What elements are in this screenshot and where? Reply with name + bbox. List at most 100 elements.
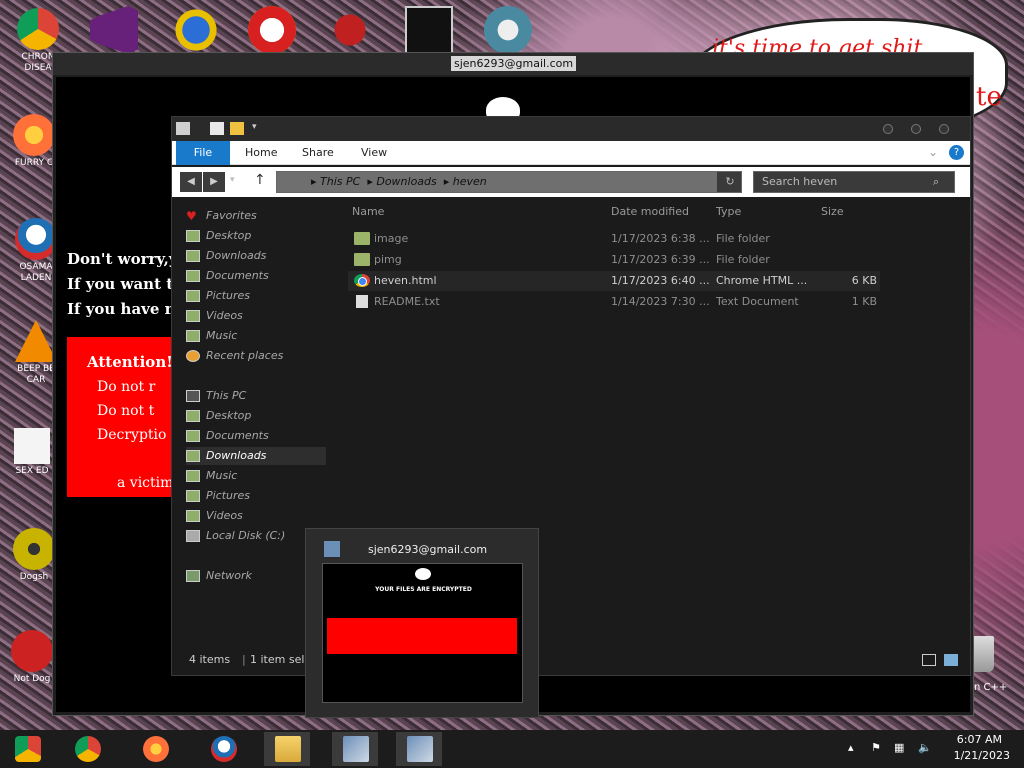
file-row[interactable]: README.txt 1/14/2023 7:30 ... Text Docum… — [348, 292, 880, 312]
nav-fav-pictures[interactable]: Pictures — [186, 287, 250, 305]
file-explorer-icon — [275, 736, 301, 762]
installer-icon — [407, 736, 433, 762]
nav-pc-music[interactable]: Music — [186, 467, 237, 485]
red-logo-icon[interactable] — [326, 6, 374, 54]
tab-file[interactable]: File — [176, 141, 230, 165]
documents-icon — [186, 430, 200, 442]
new-folder-icon[interactable] — [230, 122, 244, 135]
file-name: README.txt — [374, 295, 440, 308]
app-icon — [324, 541, 340, 557]
large-icons-view-icon[interactable] — [944, 654, 958, 666]
ransom-titlebar[interactable]: sjen6293@gmail.com — [53, 53, 973, 75]
help-icon[interactable]: ? — [949, 145, 964, 160]
wallpaper-corner-label: n C++ — [974, 682, 1008, 693]
nav-label: Desktop — [206, 229, 252, 242]
show-hidden-icons-icon[interactable]: ▴ — [848, 742, 860, 754]
taskbar-installer-button[interactable] — [332, 732, 378, 766]
taskbar-thumbnail-preview[interactable]: sjen6293@gmail.com YOUR FILES ARE ENCRYP… — [305, 528, 539, 718]
nav-fav-recent[interactable]: Recent places — [186, 347, 283, 365]
drive-icon — [186, 530, 200, 542]
nav-pc-documents[interactable]: Documents — [186, 427, 269, 445]
wallpaper-text-fragment: te — [976, 82, 1002, 112]
taskbar-firefox-button[interactable] — [132, 732, 178, 766]
search-input[interactable]: Search heven — [753, 171, 955, 193]
game-2-icon[interactable] — [172, 6, 220, 54]
nav-pc-downloads[interactable]: Downloads — [186, 447, 266, 465]
close-button[interactable] — [939, 124, 949, 134]
refresh-icon[interactable]: ↻ — [721, 174, 739, 190]
nav-fav-downloads[interactable]: Downloads — [186, 247, 267, 265]
nav-favorites[interactable]: ♥ Favorites — [186, 207, 257, 225]
nav-network[interactable]: Network — [186, 567, 252, 585]
up-button[interactable]: ↑ — [254, 172, 266, 188]
details-view-icon[interactable] — [922, 654, 936, 666]
nav-fav-documents[interactable]: Documents — [186, 267, 269, 285]
search-icon[interactable]: ⌕ — [933, 175, 939, 189]
firefox-icon — [143, 736, 169, 762]
nav-pc-desktop[interactable]: Desktop — [186, 407, 251, 425]
chevron-down-icon[interactable]: ⌄ — [928, 145, 938, 159]
nav-label: Downloads — [206, 249, 267, 262]
nav-this-pc[interactable]: This PC — [186, 387, 246, 405]
ransom-line: Don't worry,yo — [67, 250, 188, 268]
explorer-titlebar[interactable]: ▾ — [172, 117, 970, 141]
status-divider: | — [242, 653, 246, 666]
taskbar-ransomware-button[interactable] — [396, 732, 442, 766]
file-row[interactable]: pimg 1/17/2023 6:39 ... File folder — [348, 250, 880, 270]
action-center-flag-icon[interactable]: ⚑ — [871, 742, 883, 754]
chrome-icon — [354, 274, 370, 287]
back-button[interactable]: ◀ — [180, 172, 202, 192]
file-name: image — [374, 232, 409, 245]
column-header-type[interactable]: Type — [716, 203, 741, 221]
firefox-icon — [13, 114, 55, 156]
address-bar[interactable]: ▸ This PC ▸ Downloads ▸ heven ↻ — [276, 171, 742, 193]
network-icon — [186, 570, 200, 582]
documents-icon — [186, 270, 200, 282]
file-row-selected[interactable]: heven.html 1/17/2023 6:40 ... Chrome HTM… — [348, 271, 880, 291]
properties-icon[interactable] — [210, 122, 224, 135]
recent-locations-icon[interactable]: ▾ — [230, 175, 235, 185]
status-item-count: 4 items — [189, 653, 231, 666]
clock-date[interactable]: 1/21/2023 — [930, 749, 1010, 762]
tab-view[interactable]: View — [361, 141, 387, 165]
tab-home[interactable]: Home — [245, 141, 277, 165]
taskbar-file-explorer-button[interactable] — [264, 732, 310, 766]
file-type: File folder — [716, 232, 770, 245]
taskbar-obama-button[interactable] — [200, 732, 246, 766]
p-logo-icon[interactable] — [248, 6, 296, 54]
music-icon — [186, 470, 200, 482]
command-prompt-icon[interactable] — [405, 6, 453, 54]
file-size: 1 KB — [851, 295, 877, 308]
clock-time[interactable]: 6:07 AM — [922, 733, 1002, 746]
breadcrumb-downloads[interactable]: Downloads — [376, 175, 436, 188]
text-file-icon — [356, 295, 368, 308]
chevron-down-icon[interactable]: ▾ — [252, 122, 257, 132]
breadcrumb-this-pc[interactable]: This PC — [320, 175, 360, 188]
nav-fav-music[interactable]: Music — [186, 327, 237, 345]
column-header-size[interactable]: Size — [821, 203, 844, 221]
breadcrumb-heven[interactable]: heven — [453, 175, 487, 188]
nav-fav-videos[interactable]: Videos — [186, 307, 243, 325]
network-icon[interactable]: ▦ — [894, 742, 906, 754]
taskbar-chrome-alt-button[interactable] — [4, 732, 50, 766]
taskbar-chrome-button[interactable] — [64, 732, 110, 766]
maximize-button[interactable] — [911, 124, 921, 134]
nav-pc-local-disk[interactable]: Local Disk (C:) — [186, 527, 285, 545]
ransom-window-title: sjen6293@gmail.com — [451, 56, 577, 71]
column-header-date[interactable]: Date modified — [611, 203, 689, 221]
file-row[interactable]: image 1/17/2023 6:38 ... File folder — [348, 229, 880, 249]
column-header-name[interactable]: Name — [352, 203, 384, 221]
pictures-icon — [186, 490, 200, 502]
nav-pc-pictures[interactable]: Pictures — [186, 487, 250, 505]
nav-pc-videos[interactable]: Videos — [186, 507, 243, 525]
breadcrumb: ▸ This PC ▸ Downloads ▸ heven — [277, 172, 717, 192]
nav-fav-desktop[interactable]: Desktop — [186, 227, 252, 245]
character-icon[interactable] — [484, 6, 532, 54]
forward-button[interactable]: ▶ — [203, 172, 225, 192]
file-type: Text Document — [716, 295, 799, 308]
minimize-button[interactable] — [883, 124, 893, 134]
ransom-line: If you want to — [67, 275, 184, 293]
visual-studio-icon[interactable] — [90, 6, 138, 54]
attention-extra: a victim — [117, 475, 174, 491]
tab-share[interactable]: Share — [302, 141, 334, 165]
